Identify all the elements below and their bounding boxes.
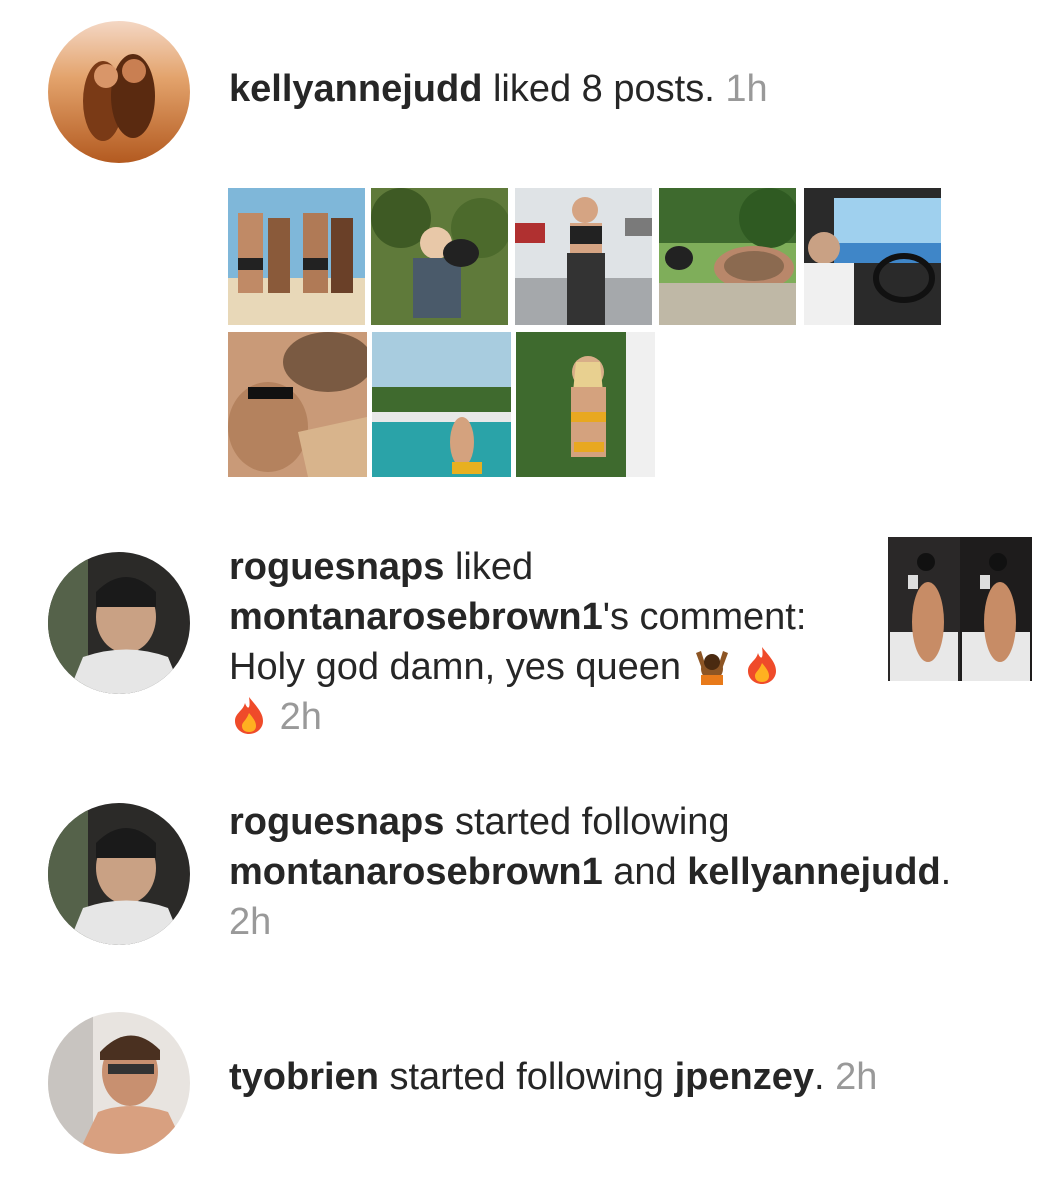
action-text: started following bbox=[378, 1056, 675, 1098]
notification-text: tyobrien started following jpenzey. 2h bbox=[229, 1052, 877, 1102]
period-text: . bbox=[814, 1056, 836, 1098]
target-username-link[interactable]: jpenzey bbox=[675, 1056, 814, 1098]
avatar[interactable] bbox=[48, 1012, 190, 1154]
username-link[interactable]: tyobrien bbox=[229, 1056, 379, 1098]
timestamp: 2h bbox=[835, 1056, 878, 1098]
notification-started-following: tyobrien started following jpenzey. 2h bbox=[0, 0, 1045, 1180]
